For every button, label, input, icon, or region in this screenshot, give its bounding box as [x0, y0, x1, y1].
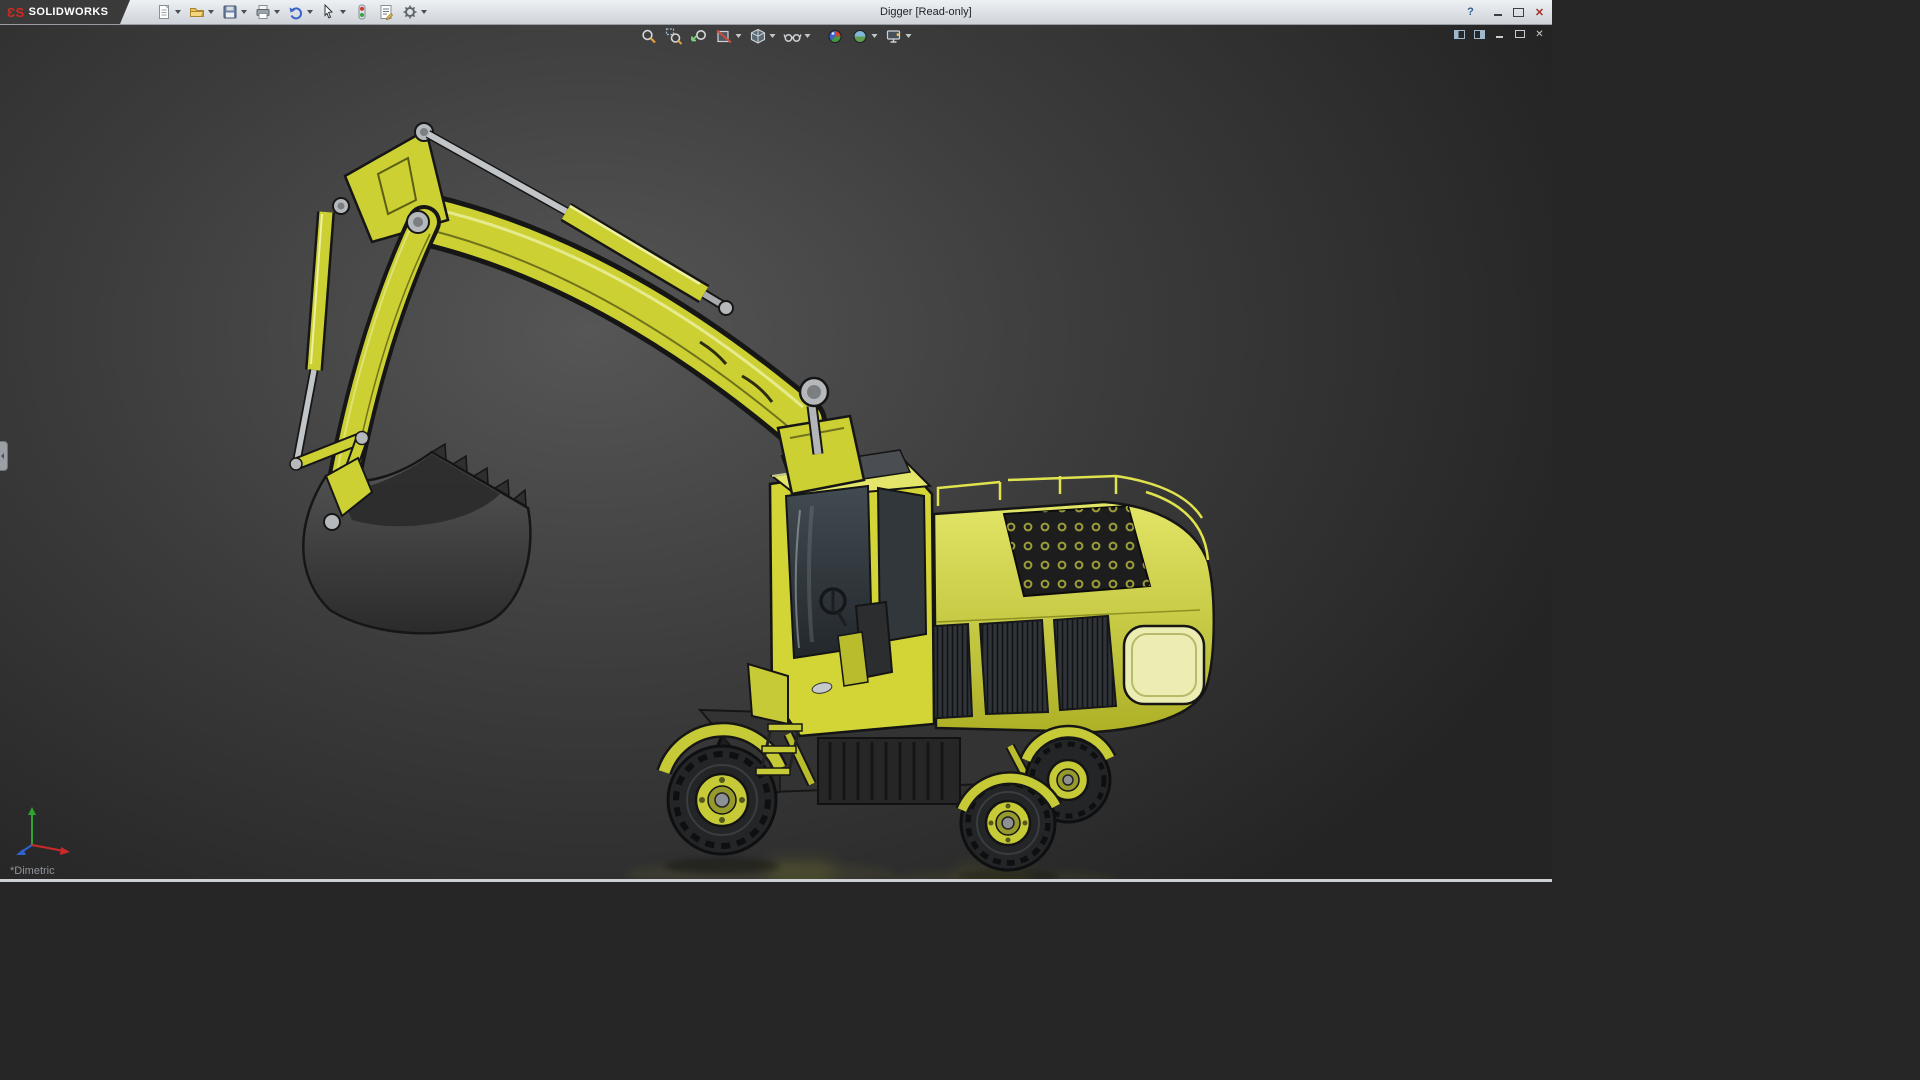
- x-axis: [31, 844, 70, 855]
- minimize-button[interactable]: [1488, 4, 1507, 21]
- view-settings-button[interactable]: [883, 27, 915, 45]
- dropdown-caret[interactable]: [340, 10, 347, 14]
- open-folder-icon: [190, 8, 205, 17]
- solidworks-logo: ƐS SOLIDWORKS: [0, 0, 121, 24]
- window-title: Digger [Read-only]: [880, 6, 972, 18]
- save-disk-icon: [223, 5, 237, 19]
- select-cursor-icon: [324, 4, 334, 19]
- view-orientation-label: *Dimetric: [10, 865, 55, 877]
- file-properties-icon: [380, 5, 394, 20]
- solidworks-logo-icon: ƐS: [7, 4, 25, 20]
- titlebar-controls: ? ✕: [1461, 0, 1549, 24]
- apply-scene-button[interactable]: [849, 27, 881, 45]
- zoom-to-area-button[interactable]: [663, 27, 686, 45]
- new-document-icon: [159, 5, 170, 19]
- dropdown-caret[interactable]: [871, 34, 878, 38]
- bucket[interactable]: [302, 442, 532, 635]
- display-style-cube-icon: [750, 28, 766, 44]
- dropdown-caret[interactable]: [208, 10, 215, 14]
- restore-icon: [1514, 30, 1525, 38]
- dropdown-caret[interactable]: [421, 10, 428, 14]
- zoom-to-fit-icon: [642, 29, 656, 43]
- print-button[interactable]: [252, 2, 283, 22]
- brand-notch: [120, 0, 131, 24]
- previous-view-button[interactable]: [688, 27, 711, 45]
- scene-globe-icon: [853, 29, 867, 43]
- document-window-controls: ✕: [1451, 27, 1548, 41]
- dropdown-caret[interactable]: [769, 34, 776, 38]
- section-view-icon: [716, 29, 732, 43]
- dropdown-caret[interactable]: [735, 34, 742, 38]
- title-bar: ƐS SOLIDWORKS Digger [Read-only] ? ✕: [0, 0, 1552, 25]
- view-settings-icon: [886, 29, 901, 43]
- file-properties-button[interactable]: [375, 2, 397, 22]
- section-view-button[interactable]: [713, 27, 745, 45]
- undo-arrow-icon: [289, 7, 303, 20]
- graphics-viewport[interactable]: ✕ *Dimetric: [0, 24, 1552, 879]
- maximize-button[interactable]: [1509, 4, 1528, 21]
- dropdown-caret[interactable]: [241, 10, 248, 14]
- printer-icon: [256, 5, 270, 19]
- edit-appearance-button[interactable]: [824, 27, 847, 45]
- pane-split-right-button[interactable]: [1471, 27, 1488, 41]
- help-button[interactable]: ?: [1461, 4, 1480, 21]
- open-button[interactable]: [186, 2, 217, 22]
- options-button[interactable]: [399, 2, 430, 22]
- appearance-ball-icon: [828, 29, 842, 43]
- close-button[interactable]: ✕: [1530, 4, 1549, 21]
- zoom-to-fit-button[interactable]: [638, 27, 661, 45]
- gear-icon: [403, 5, 417, 19]
- previous-view-icon: [691, 29, 706, 41]
- minimize-icon: [1493, 14, 1502, 16]
- rebuild-button[interactable]: [351, 2, 373, 22]
- dropdown-caret[interactable]: [804, 34, 811, 38]
- top-vent-panel[interactable]: [1002, 504, 1152, 598]
- bottom-edge-strip: [0, 879, 1552, 882]
- new-document-button[interactable]: [153, 2, 184, 22]
- zoom-to-area-icon: [665, 27, 683, 45]
- hide-show-items-button[interactable]: [781, 27, 814, 45]
- cab[interactable]: [746, 446, 936, 738]
- save-button[interactable]: [219, 2, 250, 22]
- minimize-icon: [1496, 35, 1503, 38]
- rebuild-stoplight-icon: [358, 4, 366, 20]
- z-axis: [16, 844, 33, 855]
- excavator-model[interactable]: [0, 24, 1552, 879]
- dropdown-caret[interactable]: [274, 10, 281, 14]
- ground-reflections: [625, 858, 1115, 879]
- document-close-button[interactable]: ✕: [1531, 27, 1548, 41]
- maximize-icon: [1513, 7, 1524, 17]
- engine-housing[interactable]: [900, 474, 1215, 734]
- eyeglasses-icon: [783, 33, 802, 42]
- pane-split-left-icon: [1454, 29, 1465, 39]
- select-button[interactable]: [318, 2, 349, 22]
- dropdown-caret[interactable]: [175, 10, 182, 14]
- document-minimize-button[interactable]: [1491, 27, 1508, 41]
- brand-text: SOLIDWORKS: [28, 6, 109, 18]
- undo-button[interactable]: [285, 2, 316, 22]
- heads-up-view-toolbar: [637, 27, 916, 45]
- rear-panel[interactable]: [1122, 624, 1206, 706]
- y-axis: [28, 807, 36, 845]
- display-style-button[interactable]: [747, 27, 779, 45]
- dropdown-caret[interactable]: [905, 34, 912, 38]
- bucket-cylinder[interactable]: [292, 211, 335, 461]
- pane-split-left-button[interactable]: [1451, 27, 1468, 41]
- reference-triad: [16, 807, 70, 855]
- wheel-front-left[interactable]: [666, 744, 778, 856]
- dropdown-caret[interactable]: [307, 10, 314, 14]
- document-restore-button[interactable]: [1511, 27, 1528, 41]
- pane-split-right-icon: [1474, 29, 1485, 39]
- standard-toolbar: [152, 2, 431, 22]
